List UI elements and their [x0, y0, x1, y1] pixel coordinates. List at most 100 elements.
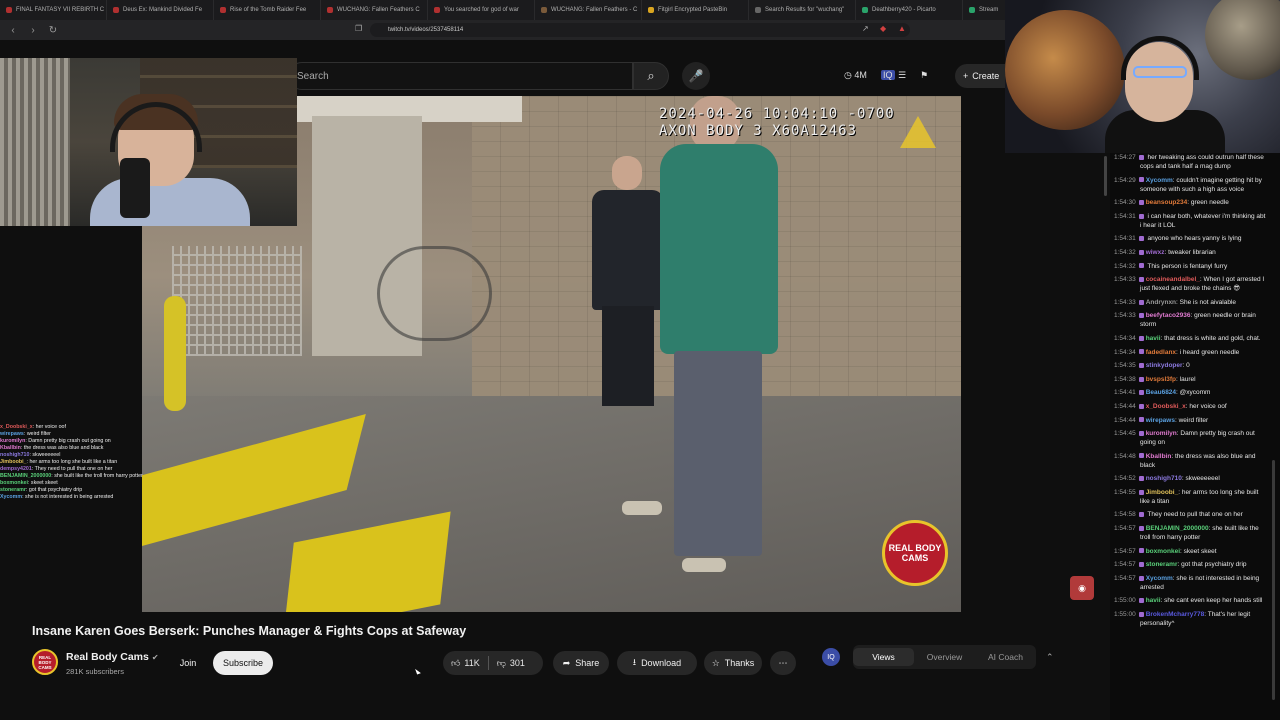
chat-username[interactable]: Andrynxn: [1146, 299, 1176, 306]
chat-badge-icon: [1138, 154, 1144, 160]
extension-icon[interactable]: ◆: [880, 24, 886, 33]
browser-tab[interactable]: WUCHANG: Fallen Feathers - C: [535, 0, 642, 20]
overlay-chat-user: kuromilyn: [0, 438, 26, 444]
url-field[interactable]: twitch.tv/videos/2537458114: [370, 23, 910, 37]
thanks-button[interactable]: ☆ Thanks: [704, 651, 762, 675]
chat-timestamp: 1:54:30: [1114, 199, 1136, 207]
chat-badge-icon: [1138, 453, 1144, 459]
chat-username[interactable]: Xycomm: [1146, 177, 1173, 184]
forward-icon[interactable]: ›: [26, 23, 40, 37]
chat-username[interactable]: stoneramr: [1146, 561, 1178, 568]
chat-username[interactable]: wirepaws: [1146, 417, 1175, 424]
subscribe-button[interactable]: Subscribe: [213, 651, 273, 675]
search-input[interactable]: Search: [288, 62, 633, 90]
chat-timestamp: 1:54:57: [1114, 547, 1136, 555]
trophy-icon[interactable]: ⚑: [920, 70, 928, 81]
back-icon[interactable]: ‹: [6, 23, 20, 37]
chat-username[interactable]: havii: [1146, 335, 1161, 342]
extension-icon-2[interactable]: ▲: [898, 24, 906, 33]
bodycam-timestamp-line2: AXON BODY 3 X60A12463: [659, 123, 858, 139]
chat-message: 1:54:57 boxmonkei: skeet skeet: [1114, 547, 1217, 555]
browser-tab[interactable]: Deus Ex: Mankind Divided Fe: [107, 0, 214, 20]
chat-message: 1:54:32 wiwxz: tweaker librarian: [1114, 248, 1216, 256]
search-icon: ⌕: [647, 68, 655, 83]
chat-username[interactable]: bvspsl3fp: [1146, 376, 1176, 383]
channel-name[interactable]: Real Body Cams ✔: [66, 651, 159, 663]
bookmark-icon[interactable]: ❐: [355, 24, 362, 33]
chat-timestamp: 1:54:31: [1114, 212, 1136, 220]
chat-text: i can hear both, whatever i'm thinking a…: [1140, 212, 1266, 229]
chat-username[interactable]: havii: [1146, 597, 1161, 604]
chat-username[interactable]: Beau6824: [1146, 389, 1176, 396]
more-actions-button[interactable]: ⋯: [770, 651, 796, 675]
chat-username[interactable]: noshigh710: [1146, 475, 1182, 482]
scrollbar[interactable]: [1104, 156, 1107, 196]
chat-username[interactable]: beansoup234: [1146, 199, 1188, 206]
chat-username[interactable]: Xycomm: [1146, 575, 1173, 582]
subscriber-count: 281K subscribers: [66, 667, 124, 676]
download-button[interactable]: ⭳ Download: [617, 651, 697, 675]
browser-tab[interactable]: Search Results for "wuchang": [749, 0, 856, 20]
record-icon[interactable]: ◉: [1070, 576, 1094, 600]
overlay-chat: x_Doobski_x: her voice oof wirepaws: weir…: [0, 424, 158, 501]
chat-timestamp: 1:54:44: [1114, 416, 1136, 424]
chat-username[interactable]: x_Doobski_x: [1146, 403, 1186, 410]
like-button[interactable]: 👍︎ 11K: [443, 651, 488, 675]
chat-username[interactable]: Jimboobi_: [1146, 489, 1179, 496]
chat-username[interactable]: fadedlanx: [1146, 349, 1176, 356]
tab-favicon-icon: [755, 7, 761, 13]
join-button[interactable]: Join: [172, 651, 204, 675]
tab-favicon-icon: [648, 7, 654, 13]
iq-badge-icon[interactable]: IQ: [822, 648, 840, 666]
video-scene-bollard: [164, 296, 186, 411]
voice-search-button[interactable]: 🎤: [682, 62, 710, 90]
stats-tab[interactable]: Overview: [914, 648, 975, 666]
browser-tab[interactable]: Deathberry420 - Picarto: [856, 0, 963, 20]
channel-avatar[interactable]: REAL BODY CAMS: [32, 649, 58, 675]
chat-message: 1:54:55 Jimboobi_: her arms too long she …: [1114, 488, 1259, 505]
browser-tab[interactable]: Rise of the Tomb Raider Fee: [214, 0, 321, 20]
stats-tab[interactable]: AI Coach: [975, 648, 1036, 666]
tab-label: Search Results for "wuchang": [765, 7, 845, 13]
overlay-chat-text: weird filter: [26, 431, 51, 437]
stats-tab[interactable]: Views: [853, 648, 914, 666]
chat-message: 1:54:33 cocaineandalbel_: When I got arre…: [1114, 276, 1265, 293]
overlay-chat-line: Jimboobi_: her arms too long she built l…: [0, 459, 118, 465]
menu-icon[interactable]: ☰: [898, 70, 906, 81]
chat-badge-icon: [1138, 525, 1144, 531]
dislike-button[interactable]: 👎︎ 301: [489, 651, 533, 675]
chevron-up-icon[interactable]: ⌃: [1046, 652, 1054, 663]
subscribe-label: Subscribe: [222, 658, 264, 668]
search-button[interactable]: ⌕: [633, 62, 669, 90]
chat-username[interactable]: wiwxz: [1146, 249, 1165, 256]
tab-label: You searched for god of war: [444, 7, 519, 13]
tab-favicon-icon: [862, 7, 868, 13]
chat-username[interactable]: BrokenMcharry778: [1146, 611, 1205, 618]
chat-username[interactable]: boxmonkei: [1146, 548, 1180, 555]
browser-tab[interactable]: You searched for god of war: [428, 0, 535, 20]
chat-username[interactable]: kuromilyn: [1146, 430, 1177, 437]
channel-watermark: REAL BODY CAMS: [882, 520, 948, 586]
chat-message: 1:54:52 noshigh710: skweeeeeel: [1114, 475, 1220, 483]
share-page-icon[interactable]: ↗: [862, 24, 869, 33]
chat-username[interactable]: BENJAMIN_2000000: [1146, 525, 1209, 532]
chat-username[interactable]: stinkydoper: [1146, 362, 1183, 369]
chat-username[interactable]: cocaineandalbel_: [1146, 276, 1200, 283]
share-button[interactable]: ➦ Share: [553, 651, 609, 675]
iq-extension-icon[interactable]: IQ: [881, 70, 895, 80]
chat-username[interactable]: Kballbin: [1146, 453, 1172, 460]
browser-tab[interactable]: WUCHANG: Fallen Feathers C: [321, 0, 428, 20]
create-button[interactable]: + Create: [955, 64, 1005, 88]
chat-badge-icon: [1138, 548, 1144, 554]
live-count-label: 4M: [854, 70, 867, 80]
dislike-count: 301: [509, 658, 525, 668]
chat-scrollbar[interactable]: [1272, 460, 1275, 700]
chat-username[interactable]: beefytaco2936: [1146, 312, 1191, 319]
chat-text: This person is fentanyl furry: [1147, 262, 1228, 270]
browser-tab[interactable]: FINAL FANTASY VII REBIRTH C: [0, 0, 107, 20]
browser-tab[interactable]: Fitgirl Encrypted PasteBin: [642, 0, 749, 20]
live-count[interactable]: ◷ 4M: [844, 70, 867, 81]
reload-icon[interactable]: ↻: [46, 23, 60, 37]
chat-text: She is not aivalable: [1179, 298, 1237, 306]
chat-message: 1:55:00 havii: she cant even keep her han…: [1114, 597, 1263, 605]
